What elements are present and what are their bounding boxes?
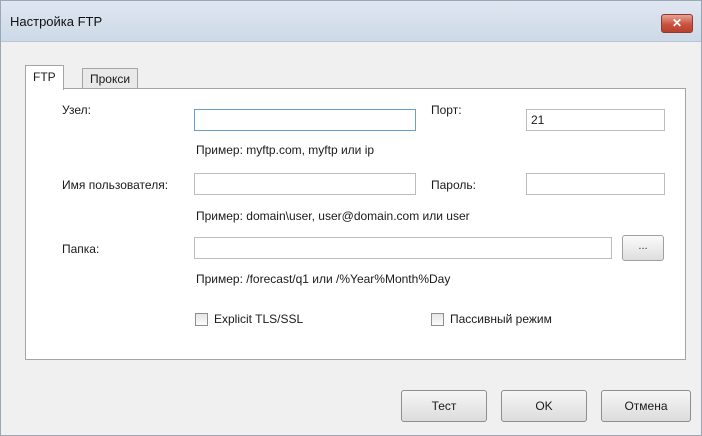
browse-folder-button[interactable]: ... bbox=[622, 235, 664, 261]
folder-hint: Пример: /forecast/q1 или /%Year%Month%Da… bbox=[196, 272, 451, 286]
port-label: Порт: bbox=[431, 103, 462, 117]
folder-label: Папка: bbox=[62, 242, 100, 256]
window-title: Настройка FTP bbox=[10, 14, 103, 29]
passive-mode-label: Пассивный режим bbox=[450, 312, 552, 326]
ok-button[interactable]: OK bbox=[501, 390, 587, 422]
host-input[interactable] bbox=[194, 109, 416, 131]
password-input[interactable] bbox=[526, 173, 665, 195]
explicit-tls-label: Explicit TLS/SSL bbox=[214, 312, 304, 326]
explicit-tls-checkbox[interactable]: Explicit TLS/SSL bbox=[195, 312, 303, 326]
user-input[interactable] bbox=[194, 173, 416, 195]
title-bar: Настройка FTP ✕ bbox=[1, 1, 701, 42]
test-button[interactable]: Тест bbox=[401, 390, 487, 422]
ftp-settings-dialog: Настройка FTP ✕ FTP Прокси Узел: Порт: П… bbox=[0, 0, 702, 436]
close-icon: ✕ bbox=[671, 16, 683, 30]
ftp-tab-panel: Узел: Порт: Пример: myftp.com, myftp или… bbox=[25, 88, 686, 360]
passive-mode-checkbox[interactable]: Пассивный режим bbox=[431, 312, 552, 326]
port-input[interactable] bbox=[526, 109, 665, 131]
user-label: Имя пользователя: bbox=[62, 178, 169, 192]
tab-ftp[interactable]: FTP bbox=[25, 65, 64, 90]
dialog-body: FTP Прокси Узел: Порт: Пример: myftp.com… bbox=[1, 42, 701, 435]
host-hint: Пример: myftp.com, myftp или ip bbox=[196, 143, 375, 157]
password-label: Пароль: bbox=[431, 178, 476, 192]
tab-proxy[interactable]: Прокси bbox=[82, 68, 139, 90]
user-hint: Пример: domain\user, user@domain.com или… bbox=[196, 209, 470, 223]
host-label: Узел: bbox=[62, 103, 91, 117]
folder-input[interactable] bbox=[194, 237, 612, 259]
checkbox-box[interactable] bbox=[195, 312, 208, 326]
cancel-button[interactable]: Отмена bbox=[601, 390, 691, 422]
checkbox-box[interactable] bbox=[431, 312, 444, 326]
close-button[interactable]: ✕ bbox=[661, 14, 693, 33]
